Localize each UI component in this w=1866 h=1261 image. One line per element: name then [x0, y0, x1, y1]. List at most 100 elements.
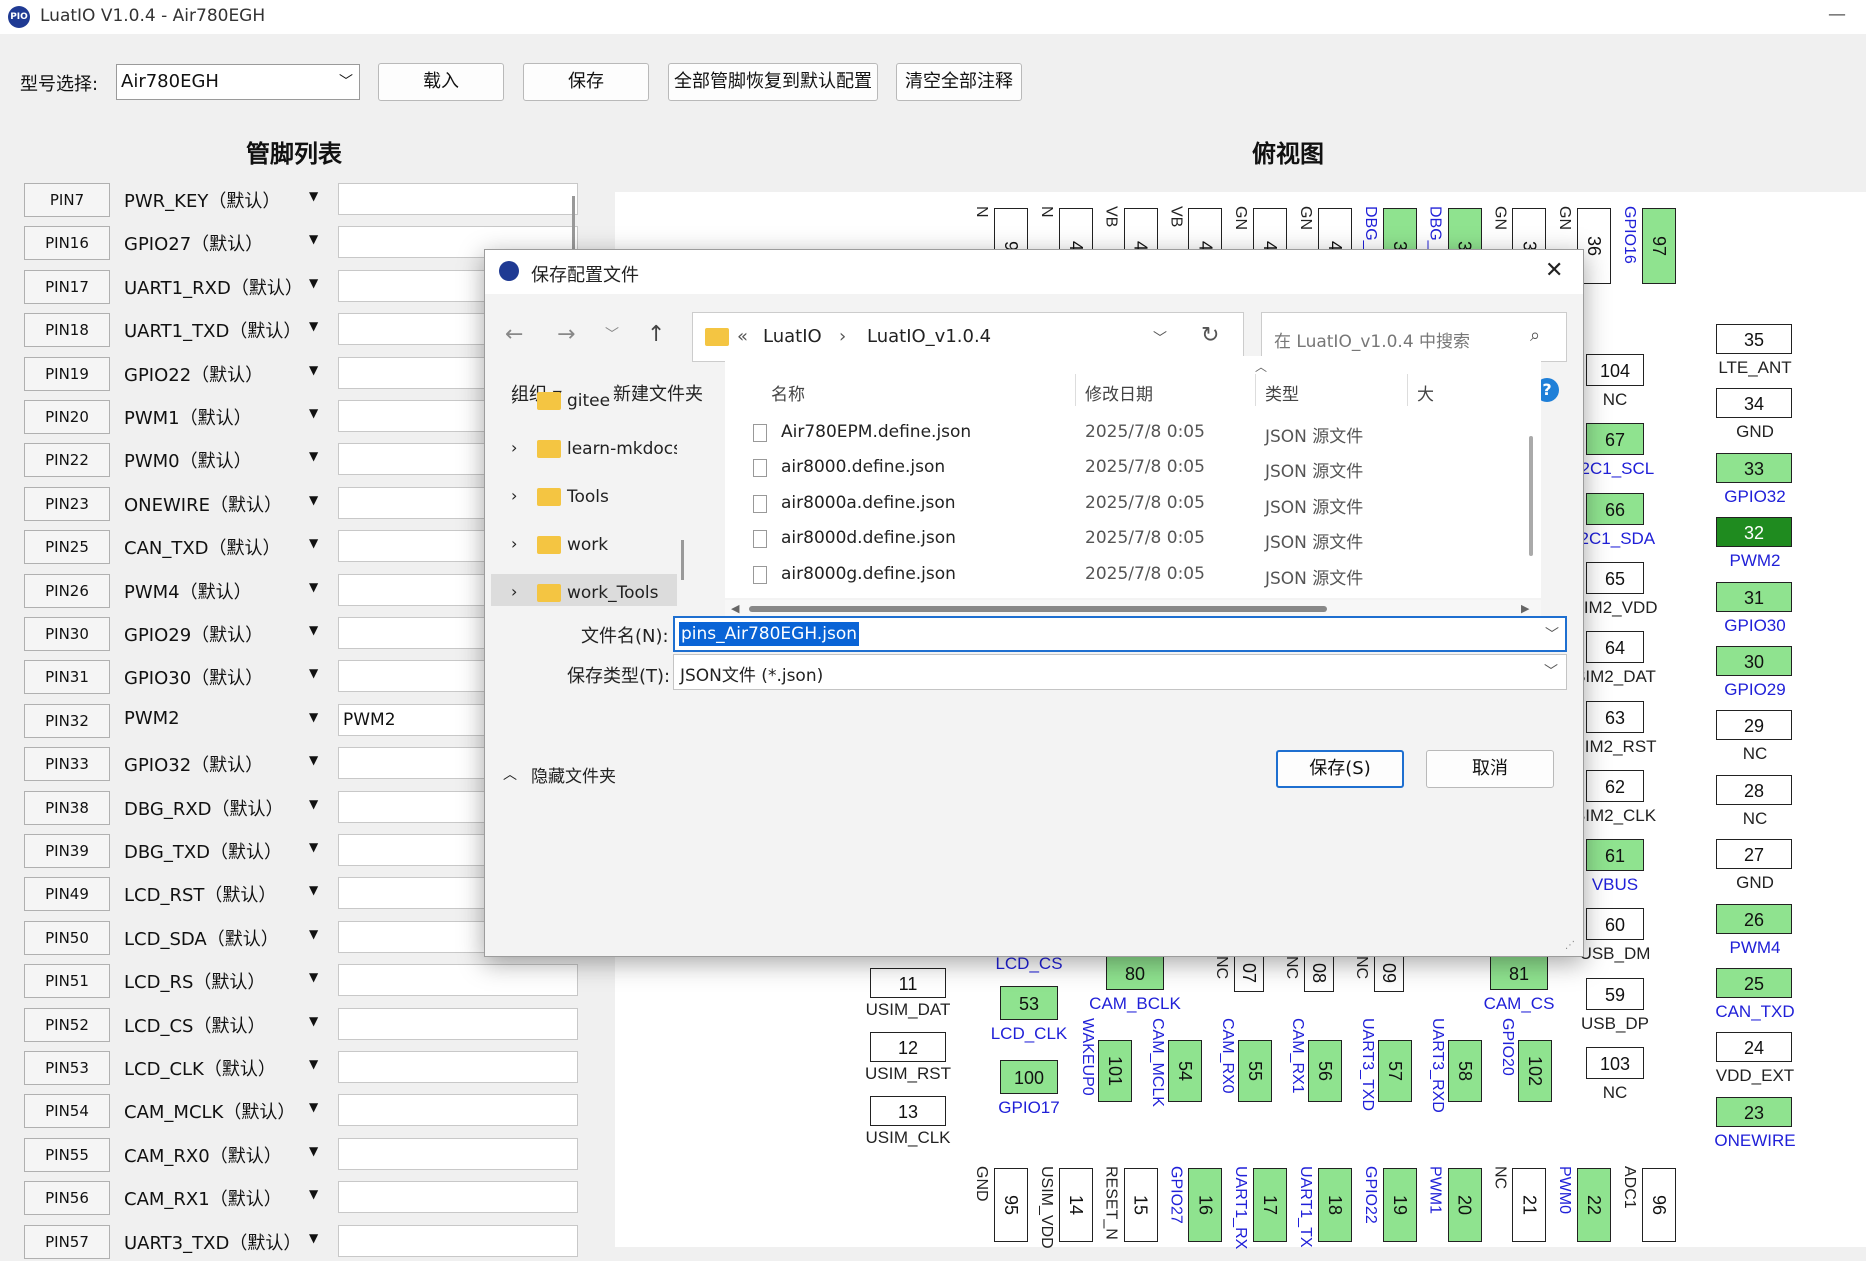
pin-button[interactable]: PIN31 — [24, 660, 110, 695]
pin-function-select[interactable]: LCD_RS（默认） — [124, 968, 265, 994]
dropdown-arrow-icon[interactable]: ▼ — [309, 1057, 318, 1071]
recent-chevron-icon[interactable]: ﹀ — [605, 324, 619, 344]
pin-note-input[interactable] — [338, 1137, 578, 1170]
pin-box[interactable]: 102 — [1518, 1040, 1552, 1102]
pin-function-select[interactable]: CAM_RX0（默认） — [124, 1142, 282, 1168]
pin-function-select[interactable]: GPIO29（默认） — [124, 621, 263, 647]
pin-box[interactable]: 104 — [1586, 354, 1644, 386]
pin-box[interactable]: 64 — [1586, 631, 1644, 664]
pin-box[interactable]: 33 — [1716, 452, 1792, 483]
pin-button[interactable]: PIN52 — [24, 1007, 110, 1042]
chevron-right-icon[interactable]: › — [511, 534, 517, 553]
pin-function-select[interactable]: DBG_RXD（默认） — [124, 795, 284, 821]
pin-box[interactable]: 14 — [1058, 1168, 1093, 1242]
column-date[interactable]: 修改日期 — [1085, 380, 1153, 405]
pin-box[interactable]: 81 — [1490, 956, 1548, 990]
dropdown-arrow-icon[interactable]: ▼ — [309, 970, 318, 984]
pin-box[interactable]: 07 — [1234, 954, 1264, 992]
dropdown-arrow-icon[interactable]: ▼ — [309, 666, 318, 680]
pin-button[interactable]: PIN57 — [24, 1224, 110, 1259]
pin-box[interactable]: 17 — [1253, 1168, 1288, 1242]
dropdown-arrow-icon[interactable]: ▼ — [309, 840, 318, 854]
dropdown-arrow-icon[interactable]: ▼ — [309, 276, 318, 290]
pin-function-select[interactable]: GPIO30（默认） — [124, 664, 263, 690]
pin-box[interactable]: 100 — [1000, 1060, 1058, 1094]
tree-item[interactable]: › gitee — [491, 382, 677, 424]
pin-box[interactable]: 67 — [1586, 423, 1644, 456]
pin-box[interactable]: 55 — [1238, 1040, 1272, 1102]
column-name[interactable]: 名称 — [771, 380, 805, 405]
pin-function-select[interactable]: GPIO32（默认） — [124, 751, 263, 777]
hide-folders-toggle[interactable]: 隐藏文件夹 — [531, 762, 616, 787]
dropdown-arrow-icon[interactable]: ▼ — [309, 710, 318, 724]
pin-button[interactable]: PIN38 — [24, 790, 110, 825]
pin-box[interactable]: 22 — [1577, 1168, 1612, 1242]
pin-box[interactable]: 25 — [1716, 968, 1792, 998]
pin-box[interactable]: 66 — [1586, 492, 1644, 525]
file-row[interactable]: air8000d.define.json 2025/7/8 0:05 JSON 源文… — [725, 522, 1525, 556]
tree-item[interactable]: › Tools — [491, 478, 677, 520]
pin-box[interactable]: 21 — [1512, 1168, 1547, 1242]
pin-box[interactable]: 58 — [1448, 1040, 1482, 1102]
pin-note-input[interactable] — [338, 964, 578, 997]
pin-note-input[interactable] — [338, 1181, 578, 1214]
pin-box[interactable]: 35 — [1716, 324, 1792, 354]
tree-item[interactable]: › learn-mkdocs — [491, 430, 677, 472]
clear-notes-button[interactable]: 清空全部注释 — [896, 63, 1022, 101]
column-divider[interactable] — [1075, 374, 1076, 406]
pin-box[interactable]: 34 — [1716, 388, 1792, 419]
dropdown-arrow-icon[interactable]: ▼ — [309, 363, 318, 377]
pin-function-select[interactable]: LCD_CS（默认） — [124, 1012, 265, 1038]
pin-function-select[interactable]: LCD_CLK（默认） — [124, 1055, 276, 1081]
file-row[interactable]: air8000a.define.json 2025/7/8 0:05 JSON 源文… — [725, 487, 1525, 521]
pin-box[interactable]: 23 — [1716, 1096, 1792, 1127]
dropdown-arrow-icon[interactable]: ▼ — [309, 232, 318, 246]
filename-input[interactable]: pins_Air780EGH.json ﹀ — [673, 616, 1567, 652]
pin-function-select[interactable]: PWM0（默认） — [124, 447, 252, 473]
dialog-cancel-button[interactable]: 取消 — [1426, 750, 1554, 788]
dropdown-arrow-icon[interactable]: ▼ — [309, 406, 318, 420]
pin-note-input[interactable] — [338, 1051, 578, 1083]
column-size[interactable]: 大 — [1417, 380, 1434, 405]
pin-button[interactable]: PIN30 — [24, 617, 110, 651]
pin-button[interactable]: PIN26 — [24, 573, 110, 608]
chevron-down-icon[interactable]: ﹀ — [1153, 328, 1167, 348]
pin-box[interactable]: 30 — [1716, 646, 1792, 676]
file-row[interactable]: air8000g.define.json 2025/7/8 0:05 JSON 源文… — [725, 558, 1525, 592]
pin-box[interactable]: 28 — [1716, 774, 1792, 805]
pin-function-select[interactable]: CAN_TXD（默认） — [124, 534, 281, 560]
breadcrumb-current[interactable]: LuatIO_v1.0.4 — [867, 326, 991, 347]
pin-function-select[interactable]: LCD_SDA（默认） — [124, 925, 279, 951]
pin-function-select[interactable]: GPIO27（默认） — [124, 230, 263, 256]
chevron-down-icon[interactable]: ﹀ — [1544, 661, 1558, 681]
chevron-right-icon[interactable]: › — [511, 486, 517, 505]
pin-function-select[interactable]: LCD_RST（默认） — [124, 881, 276, 907]
resize-grip-icon[interactable]: ⋰ — [1565, 940, 1575, 951]
minimize-button[interactable]: — — [1828, 4, 1846, 25]
restore-defaults-button[interactable]: 全部管脚恢复到默认配置 — [668, 63, 878, 101]
search-input[interactable]: 在 LuatIO_v1.0.4 中搜索 ⌕ — [1261, 312, 1567, 362]
pin-box[interactable]: 59 — [1586, 977, 1644, 1010]
dialog-save-button[interactable]: 保存(S) — [1276, 750, 1404, 788]
pin-box[interactable]: 09 — [1374, 954, 1404, 992]
dropdown-arrow-icon[interactable]: ▼ — [309, 883, 318, 897]
dropdown-arrow-icon[interactable]: ▼ — [309, 1144, 318, 1158]
pin-function-select[interactable]: DBG_TXD（默认） — [124, 838, 282, 864]
pin-button[interactable]: PIN23 — [24, 486, 110, 521]
dropdown-arrow-icon[interactable]: ▼ — [309, 1187, 318, 1201]
pin-box[interactable]: 29 — [1716, 710, 1792, 741]
pin-function-select[interactable]: ONEWIRE（默认） — [124, 491, 282, 517]
pin-box[interactable]: 56 — [1308, 1040, 1342, 1102]
pin-box[interactable]: 62 — [1586, 769, 1644, 802]
file-row[interactable]: air8000.define.json 2025/7/8 0:05 JSON 源文件 — [725, 451, 1525, 485]
pin-button[interactable]: PIN39 — [24, 834, 110, 868]
dropdown-arrow-icon[interactable]: ▼ — [309, 449, 318, 463]
pin-box[interactable]: 101 — [1098, 1040, 1132, 1102]
pin-box[interactable]: 20 — [1447, 1168, 1482, 1242]
pin-button[interactable]: PIN51 — [24, 964, 110, 999]
refresh-icon[interactable]: ↻ — [1201, 323, 1219, 348]
pin-box[interactable]: 16 — [1188, 1168, 1223, 1242]
pin-box[interactable]: 18 — [1318, 1168, 1352, 1242]
dropdown-arrow-icon[interactable]: ▼ — [309, 189, 318, 203]
pin-button[interactable]: PIN56 — [24, 1181, 110, 1216]
